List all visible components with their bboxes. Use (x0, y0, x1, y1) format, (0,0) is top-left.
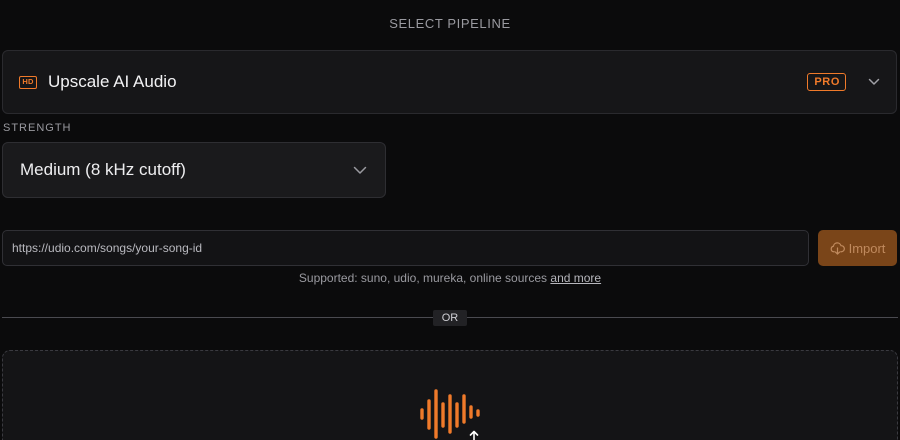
import-button-label: Import (848, 240, 886, 256)
audio-waveform-upload-icon (420, 389, 480, 440)
pro-badge: PRO (807, 73, 846, 91)
hd-icon: HD (19, 75, 37, 89)
or-divider-label: OR (433, 310, 467, 326)
chevron-down-icon[interactable] (868, 78, 880, 86)
strength-select[interactable]: Medium (8 kHz cutoff) (2, 142, 386, 198)
cloud-download-icon (830, 241, 845, 255)
pipeline-name: Upscale AI Audio (48, 72, 177, 91)
section-title: SELECT PIPELINE (389, 16, 511, 31)
chevron-down-icon (353, 166, 367, 174)
pipeline-page: SELECT PIPELINE HD Upscale AI Audio PRO … (0, 0, 900, 440)
pipeline-select[interactable]: HD Upscale AI Audio PRO (2, 50, 897, 114)
strength-value: Medium (8 kHz cutoff) (20, 160, 186, 179)
strength-label: STRENGTH (3, 122, 72, 134)
supported-text: Supported: suno, udio, mureka, online so… (298, 271, 548, 285)
url-input[interactable] (2, 230, 809, 266)
supported-sources: Supported: suno, udio, mureka, online so… (0, 271, 900, 285)
import-button[interactable]: Import (818, 230, 897, 266)
url-import-row: Import (2, 230, 898, 266)
and-more-link[interactable]: and more (550, 271, 601, 285)
